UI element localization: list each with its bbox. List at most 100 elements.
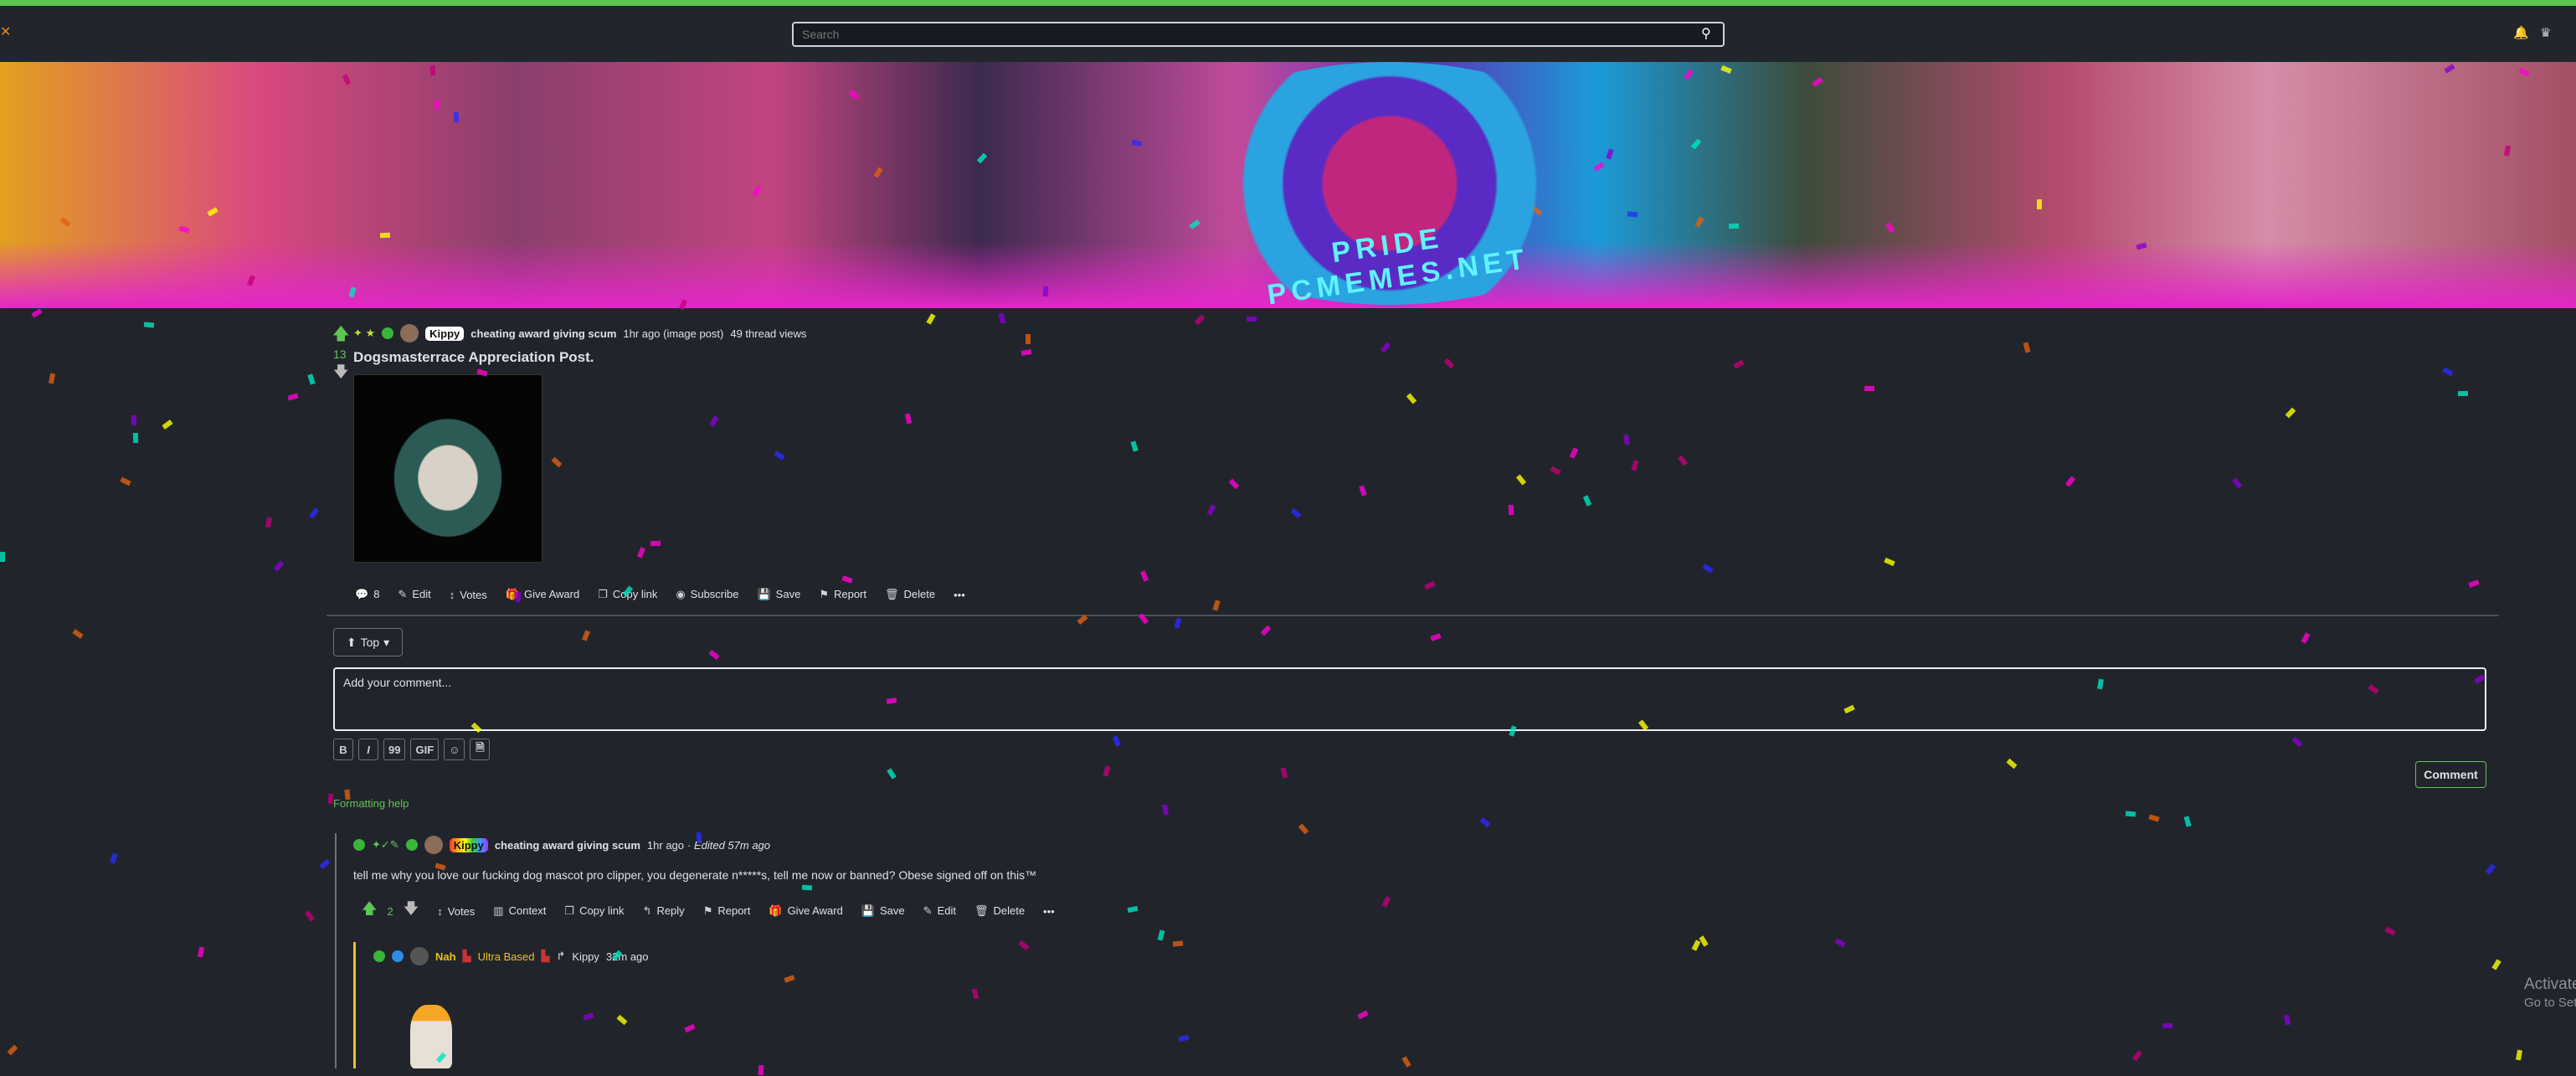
sort-label: Top (360, 636, 380, 649)
author-name[interactable]: Nah (435, 950, 456, 963)
save-button[interactable]: 💾 Save (757, 588, 800, 601)
search-input[interactable] (792, 22, 1725, 47)
reply-image[interactable] (410, 1005, 452, 1068)
post-actions: 💬 8 ✎ Edit ↕ Votes 🎁 Give Award ❐ Copy link ◉ Subsc… (355, 588, 965, 601)
delete-button[interactable]: 🗑 Delete (885, 588, 935, 601)
collapse-icon[interactable] (373, 950, 385, 962)
confetti-piece (708, 650, 720, 661)
upvote-icon[interactable]: 🡅 (362, 898, 378, 924)
confetti-piece (109, 852, 118, 864)
confetti-piece (1112, 734, 1121, 747)
italic-button[interactable]: I (358, 739, 378, 760)
comment-input[interactable] (333, 667, 2486, 731)
8-button[interactable]: 💬 8 (355, 588, 379, 601)
emoji-button[interactable]: ☺ (444, 739, 465, 760)
post-title[interactable]: Dogsmasterrace Appreciation Post. (353, 349, 594, 366)
downvote-icon[interactable]: 🡇 (404, 898, 419, 924)
save-button[interactable]: 💾 Save (861, 904, 905, 918)
votes-button[interactable]: ↕ Votes (437, 905, 475, 918)
confetti-piece (1702, 563, 1714, 574)
gif-button[interactable]: GIF (410, 739, 440, 760)
confetti-piece (2283, 1014, 2291, 1025)
reply-button[interactable]: ↰ Reply (643, 904, 685, 918)
action-label: 8 (373, 588, 380, 600)
action-label: Save (775, 588, 801, 600)
report-button[interactable]: ⚑ Report (819, 588, 866, 601)
confetti-piece (379, 232, 390, 239)
action-label: Edit (412, 588, 431, 600)
file-upload-button[interactable]: 🗎 (470, 739, 491, 760)
verified-icon (382, 327, 394, 339)
confetti-piece (1570, 447, 1579, 459)
--button[interactable]: ••• (954, 589, 965, 601)
confetti-piece (2301, 632, 2311, 644)
quote-button[interactable]: 99 (383, 739, 406, 760)
confetti-piece (1161, 804, 1170, 816)
confetti-piece (1077, 615, 1088, 626)
verified-icon (405, 839, 418, 851)
confetti-piece (887, 768, 897, 780)
bold-button[interactable]: B (333, 739, 353, 760)
avatar[interactable] (424, 836, 443, 854)
report-button[interactable]: ⚑ Report (703, 904, 751, 918)
--button[interactable]: ••• (1043, 905, 1055, 918)
confetti-piece (287, 393, 299, 401)
site-banner[interactable]: PRIDE PCMEMES.NET (0, 62, 2576, 308)
collapse-icon[interactable] (353, 839, 365, 851)
confetti-piece (1206, 504, 1216, 516)
bell-icon[interactable]: 🔔 (2513, 25, 2529, 40)
gift-icon: 🎁 (769, 904, 783, 917)
confetti-piece (1280, 767, 1288, 779)
confetti-piece (1627, 211, 1638, 218)
votes-button[interactable]: ↕ Votes (450, 589, 487, 601)
confetti-piece (1381, 896, 1391, 908)
post-image[interactable] (353, 374, 542, 563)
user-icon[interactable]: ♛ (2540, 25, 2551, 40)
reply-to-user[interactable]: Kippy (572, 950, 599, 963)
comment-meta: ✦✓✎ Kippy cheating award giving scum 1hr… (353, 836, 770, 854)
action-label: Context (508, 904, 547, 917)
delete-button[interactable]: 🗑 Delete (974, 904, 1025, 918)
confetti-piece (1509, 725, 1518, 737)
reply-thread-line[interactable] (353, 942, 356, 1068)
confetti-piece (802, 885, 813, 891)
action-label: Give Award (787, 904, 843, 917)
top-accent-bar (0, 0, 2576, 6)
copy-link-button[interactable]: ❐ Copy link (564, 904, 624, 918)
confetti-piece (1401, 1056, 1411, 1068)
subscribe-button[interactable]: ◉ Subscribe (676, 588, 738, 601)
action-label: Copy link (612, 588, 658, 600)
sort-dropdown[interactable]: ⬆ Top ▾ (333, 628, 403, 656)
divider (326, 615, 2499, 616)
author-name[interactable]: Kippy (425, 326, 465, 341)
confetti-piece (774, 450, 785, 461)
edit-button[interactable]: ✎ Edit (923, 904, 956, 918)
confetti-piece (72, 628, 85, 639)
confetti-piece (886, 697, 897, 704)
give-award-button[interactable]: 🎁 Give Award (769, 904, 842, 918)
context-button[interactable]: ▥ Context (493, 904, 546, 918)
confetti-piece (636, 546, 646, 559)
confetti-piece (1018, 940, 1030, 951)
search-icon[interactable]: ⚲ (1701, 25, 1711, 42)
upvote-icon[interactable]: 🡅 (332, 322, 350, 350)
action-label: Give Award (523, 588, 580, 600)
flair-icon: ▙ (541, 950, 550, 962)
downvote-icon[interactable]: 🡇 (333, 362, 349, 387)
formatting-help-link[interactable]: Formatting help (333, 797, 409, 810)
edit-button[interactable]: ✎ Edit (398, 588, 430, 601)
confetti-piece (1157, 929, 1165, 941)
action-label: Edit (937, 904, 956, 917)
confetti-piece (1357, 1010, 1369, 1020)
site-logo[interactable]: ✕ (0, 23, 11, 40)
confetti-piece (1359, 485, 1367, 497)
author-name[interactable]: Kippy (449, 837, 488, 852)
avatar[interactable] (400, 324, 419, 342)
confetti-piece (265, 517, 272, 528)
votes-icon: ↕ (437, 904, 443, 918)
confetti-piece (1246, 316, 1257, 322)
save-icon: 💾 (861, 904, 875, 917)
avatar[interactable] (410, 947, 429, 965)
comment-submit-button[interactable]: Comment (2415, 761, 2486, 788)
comment-thread-line[interactable] (335, 833, 337, 1068)
